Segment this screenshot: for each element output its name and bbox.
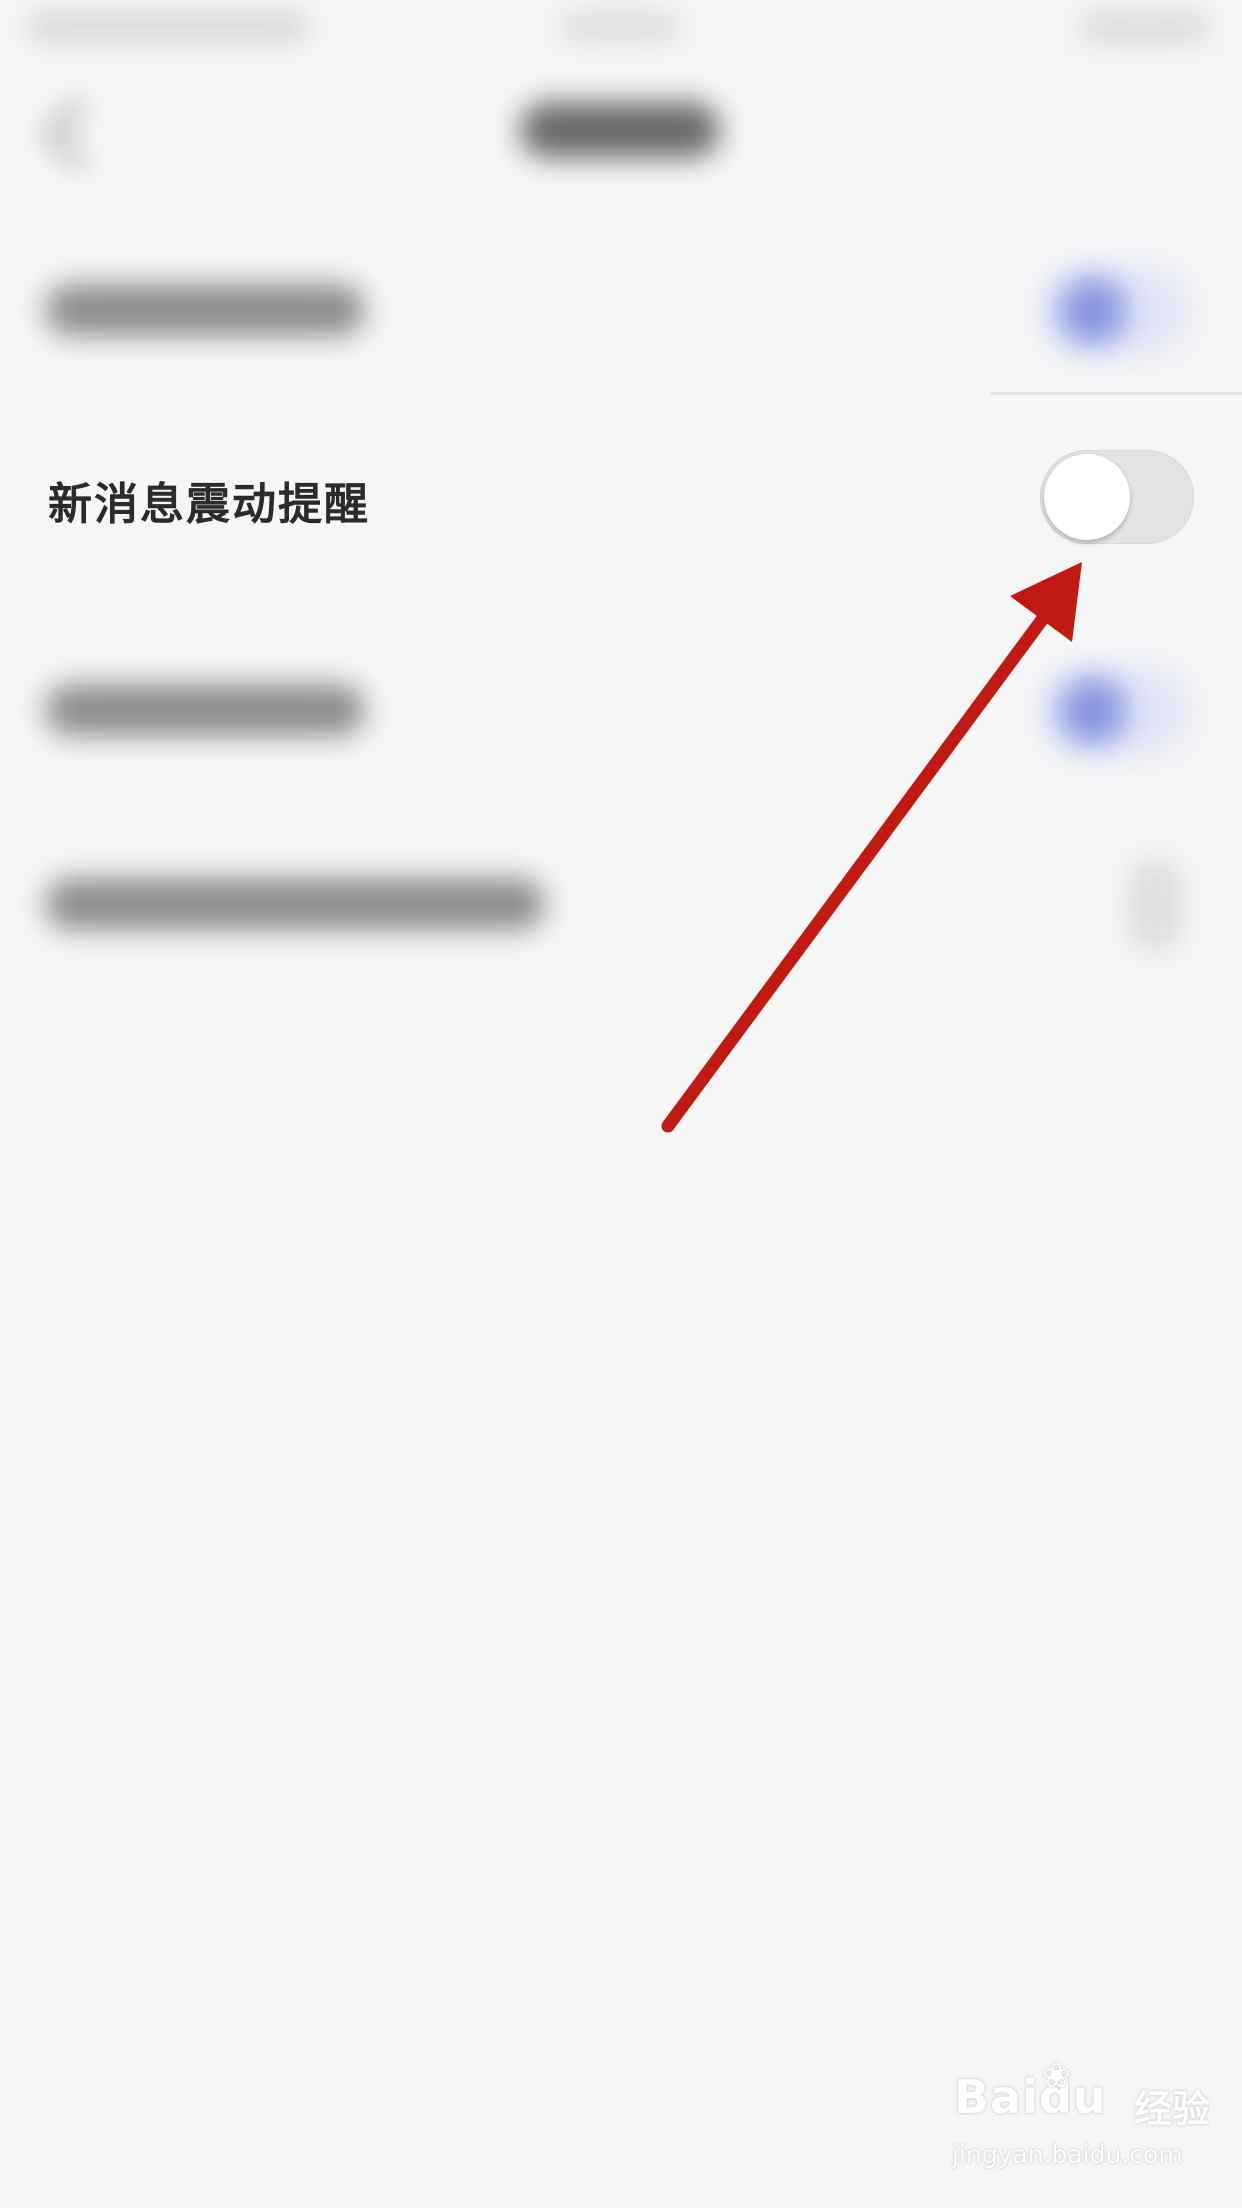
- divider: [990, 392, 1242, 395]
- status-center-blurred: [560, 14, 680, 40]
- vibration-setting-label: 新消息震动提醒: [48, 479, 370, 530]
- settings-row-blurred[interactable]: [0, 650, 1242, 770]
- row-label-blurred: [45, 684, 365, 736]
- toggle-on-blurred[interactable]: [1040, 666, 1190, 756]
- paw-icon: ❀: [1042, 2056, 1071, 2096]
- status-bar: [0, 0, 1242, 60]
- status-icons-blurred: [1080, 14, 1210, 40]
- toggle-on-blurred[interactable]: [1040, 266, 1190, 356]
- baidu-watermark: Baidu ❀ 经验 jingyan.baidu.com: [950, 2056, 1211, 2180]
- watermark-url: jingyan.baidu.com: [952, 2140, 1183, 2169]
- chevron-right-icon: [1130, 860, 1180, 950]
- back-icon[interactable]: [45, 100, 113, 168]
- settings-row-blurred[interactable]: [0, 250, 1242, 370]
- watermark-brand: Baidu: [954, 2070, 1107, 2124]
- row-label-blurred: [45, 284, 365, 336]
- status-time-blurred: [28, 14, 308, 40]
- toggle-knob: [1044, 454, 1130, 540]
- vibration-toggle-switch[interactable]: [1040, 450, 1194, 544]
- row-label-blurred: [45, 878, 545, 930]
- page-title-blurred: [520, 102, 720, 158]
- settings-row-blurred[interactable]: [0, 850, 1242, 960]
- nav-bar: [0, 70, 1242, 190]
- watermark-suffix: 经验: [1134, 2087, 1211, 2131]
